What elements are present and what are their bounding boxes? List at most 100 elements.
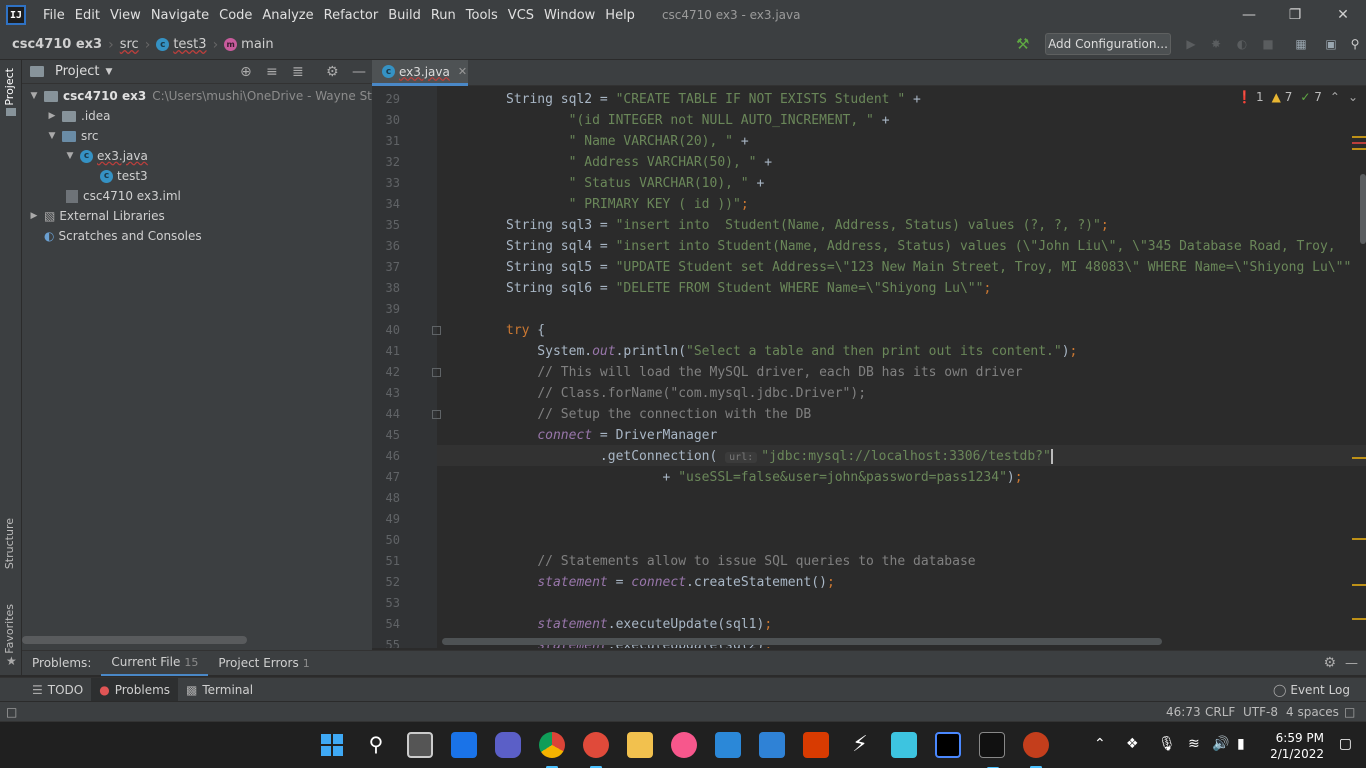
close-window-icon[interactable]: ✕ [1320, 0, 1366, 30]
hide-panel-icon[interactable]: — [352, 64, 366, 80]
line-number[interactable]: 54 [372, 617, 400, 631]
menu-navigate[interactable]: Navigate [146, 8, 214, 23]
line-number[interactable]: 49 [372, 512, 400, 526]
structure-tool-tab[interactable]: Structure [3, 518, 16, 569]
code-line[interactable]: System.out.println("Select a table and t… [506, 341, 1077, 362]
microphone-icon[interactable]: 🎙 [1158, 736, 1176, 752]
line-number[interactable]: 32 [372, 155, 400, 169]
code-line[interactable]: String sql2 = "CREATE TABLE IF NOT EXIST… [506, 89, 921, 110]
line-number[interactable]: 30 [372, 113, 400, 127]
warnings-indicator[interactable]: ▲ 7 [1272, 90, 1293, 104]
project-view-selector[interactable]: Project [55, 64, 99, 79]
file-explorer-icon[interactable] [627, 732, 653, 758]
chrome-icon[interactable] [539, 732, 565, 768]
code-line[interactable]: " Name VARCHAR(20), " + [506, 131, 749, 152]
hide-panel-icon[interactable]: — [1345, 656, 1358, 671]
line-number[interactable]: 35 [372, 218, 400, 232]
code-line[interactable]: // This will load the MySQL driver, each… [506, 362, 1022, 383]
dropbox-icon[interactable]: ❖ [1126, 736, 1139, 752]
intellij-logo-icon[interactable]: IJ [6, 5, 26, 25]
caret-position[interactable]: 46:73 [1166, 705, 1201, 719]
menu-run[interactable]: Run [426, 8, 461, 23]
minimize-icon[interactable]: — [1226, 0, 1272, 30]
code-line[interactable]: String sql4 = "insert into Student(Name,… [506, 236, 1336, 257]
code-line[interactable]: "(id INTEGER not NULL AUTO_INCREMENT, " … [506, 110, 890, 131]
browser-app-icon[interactable] [583, 732, 609, 768]
mail-icon[interactable] [759, 732, 785, 758]
lock-icon[interactable]: □ [1344, 705, 1355, 719]
file-encoding[interactable]: UTF-8 [1243, 705, 1278, 719]
warning-stripe[interactable] [1352, 538, 1366, 540]
lightning-app-icon[interactable]: ⚡ [847, 732, 873, 758]
line-number[interactable]: 55 [372, 638, 400, 648]
line-number[interactable]: 29 [372, 92, 400, 106]
search-icon[interactable]: ⚲ [363, 732, 389, 758]
warning-stripe[interactable] [1352, 148, 1366, 150]
line-number[interactable]: 50 [372, 533, 400, 547]
previous-highlight-icon[interactable]: ⌃ [1330, 90, 1340, 104]
fold-marker-icon[interactable] [432, 410, 441, 419]
code-line[interactable]: try { [506, 320, 545, 341]
system-clock[interactable]: 6:59 PM 2/1/2022 [1270, 730, 1324, 762]
warning-stripe[interactable] [1352, 457, 1366, 459]
code-line[interactable]: // Setup the connection with the DB [506, 404, 811, 425]
gear-icon[interactable]: ⚙ [326, 64, 339, 80]
search-everywhere-icon[interactable]: ⚲ [1346, 35, 1364, 53]
warning-stripe[interactable] [1352, 584, 1366, 586]
line-number[interactable]: 53 [372, 596, 400, 610]
breadcrumb-src[interactable]: src [116, 37, 143, 52]
task-view-icon[interactable] [407, 732, 433, 758]
line-number[interactable]: 44 [372, 407, 400, 421]
code-line[interactable]: // Statements allow to issue SQL queries… [506, 551, 975, 572]
itunes-icon[interactable] [671, 732, 697, 758]
line-number[interactable]: 33 [372, 176, 400, 190]
code-line[interactable]: " PRIMARY KEY ( id ))"; [506, 194, 749, 215]
menu-help[interactable]: Help [600, 8, 640, 23]
menu-tools[interactable]: Tools [461, 8, 503, 23]
tree-item-iml[interactable]: csc4710 ex3.iml [64, 186, 181, 206]
menu-build[interactable]: Build [383, 8, 426, 23]
line-number[interactable]: 37 [372, 260, 400, 274]
line-number[interactable]: 48 [372, 491, 400, 505]
line-number[interactable]: 39 [372, 302, 400, 316]
code-line[interactable]: String sql3 = "insert into Student(Name,… [506, 215, 1109, 236]
add-configuration-button[interactable]: Add Configuration... [1045, 33, 1171, 55]
tree-item-project-root[interactable]: ▼ csc4710 ex3 C:\Users\mushi\OneDrive - … [28, 86, 415, 106]
notepad-icon[interactable] [891, 732, 917, 758]
chevron-down-icon[interactable]: ▼ [105, 67, 112, 77]
debug-icon[interactable]: ✸ [1207, 35, 1225, 53]
terminal-taskbar-icon[interactable] [979, 732, 1005, 768]
collapse-all-icon[interactable]: ≣ [292, 64, 304, 80]
windows-start-icon[interactable] [319, 732, 345, 758]
line-number-gutter[interactable]: 29 30 31 32 33 34 35 36 37 38 39 40 41 42 43 44 45 46 47 48… [372, 86, 441, 648]
menu-code[interactable]: Code [214, 8, 257, 23]
tree-item-external-libraries[interactable]: ▶ ▧ External Libraries [28, 206, 165, 226]
code-line[interactable]: " Address VARCHAR(50), " + [506, 152, 773, 173]
code-line[interactable]: String sql5 = "UPDATE Student set Addres… [506, 257, 1351, 278]
project-horizontal-scrollbar[interactable] [22, 636, 247, 644]
line-number[interactable]: 51 [372, 554, 400, 568]
menu-analyze[interactable]: Analyze [257, 8, 318, 23]
tree-item-idea[interactable]: ▶ .idea [46, 106, 111, 126]
line-number[interactable]: 36 [372, 239, 400, 253]
weak-warnings-indicator[interactable]: ✓ 7 [1300, 90, 1322, 104]
tree-item-src[interactable]: ▼ src [46, 126, 99, 146]
code-line[interactable]: // Class.forName("com.mysql.jdbc.Driver"… [506, 383, 866, 404]
line-number[interactable]: 41 [372, 344, 400, 358]
todo-tool-button[interactable]: ☰ TODO [24, 678, 91, 702]
problems-tool-button[interactable]: ● Problems [91, 677, 179, 702]
expand-all-icon[interactable]: ≡ [266, 64, 278, 80]
restore-icon[interactable]: ❐ [1272, 0, 1318, 30]
code-line[interactable]: .getConnection( url: "jdbc:mysql://localh… [506, 446, 1053, 467]
notification-icon[interactable]: ▢ [1339, 736, 1352, 752]
stop-icon[interactable]: ■ [1259, 35, 1277, 53]
line-number[interactable]: 40 [372, 323, 400, 337]
next-highlight-icon[interactable]: ⌄ [1348, 90, 1358, 104]
fold-marker-icon[interactable] [432, 326, 441, 335]
chevron-up-icon[interactable]: ⌃ [1094, 736, 1106, 752]
locate-icon[interactable]: ⊕ [240, 64, 252, 80]
indent-setting[interactable]: 4 spaces [1286, 705, 1339, 719]
warning-stripe[interactable] [1352, 618, 1366, 620]
close-tab-icon[interactable]: ✕ [458, 65, 467, 78]
code-line[interactable]: connect = DriverManager [506, 425, 717, 446]
